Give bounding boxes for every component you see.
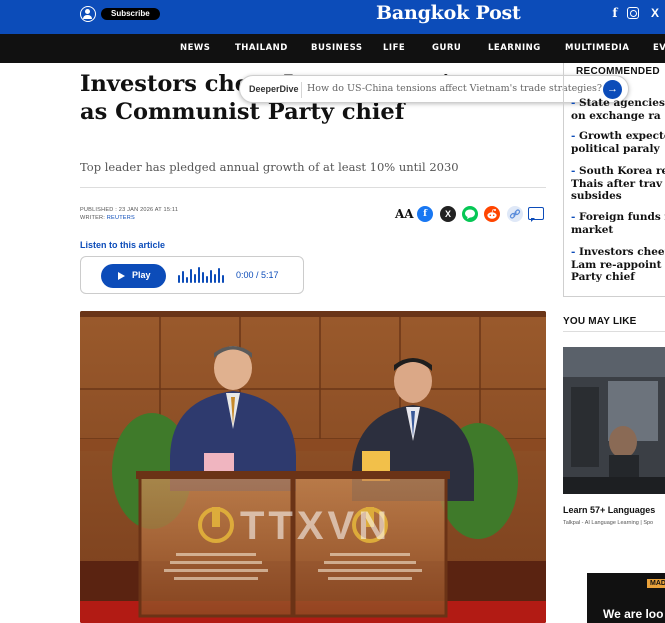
reddit-icon[interactable] xyxy=(484,206,500,222)
listen-label: Listen to this article xyxy=(80,240,166,250)
divider xyxy=(563,63,564,297)
nav-item-guru[interactable]: GURU xyxy=(432,43,461,53)
divider xyxy=(563,331,665,332)
nav-item-news[interactable]: NEWS xyxy=(180,43,210,53)
instagram-icon[interactable] xyxy=(627,7,639,19)
recommended-item-label: State agencies u on exchange ra xyxy=(571,97,665,122)
promo-source: Talkpal - AI Language Learning | Spo xyxy=(563,520,654,526)
divider xyxy=(301,82,302,98)
site-logo[interactable]: Bangkok Post xyxy=(376,2,521,24)
comment-icon[interactable] xyxy=(528,207,544,222)
recommended-item[interactable]: - Growth expecte political paraly xyxy=(571,130,665,155)
play-label: Play xyxy=(132,270,151,280)
audio-time: 0:00 / 5:17 xyxy=(236,270,279,280)
divider xyxy=(80,187,546,188)
promo-title[interactable]: Learn 57+ Languages xyxy=(563,505,655,515)
audio-player: Play 0:00 / 5:17 xyxy=(80,256,304,294)
article-subheadline: Top leader has pledged annual growth of … xyxy=(80,160,459,174)
you-may-like-title: YOU MAY LIKE xyxy=(563,316,637,327)
recommended-item-label: Investors cheer Lam re-appoint Party chi… xyxy=(571,246,665,283)
advertisement[interactable]: MAD We are loo xyxy=(587,573,665,623)
text-size-icon[interactable]: AA xyxy=(395,207,414,221)
writer-name[interactable]: REUTERS xyxy=(107,215,135,221)
ad-text: We are loo xyxy=(603,607,664,621)
recommended-item[interactable]: - Foreign funds r market xyxy=(571,211,665,236)
line-icon[interactable] xyxy=(462,206,478,222)
writer-label: WRITER: xyxy=(80,215,107,221)
writer-line: WRITER: REUTERS xyxy=(80,215,135,221)
facebook-icon[interactable]: f xyxy=(417,206,433,222)
facebook-icon[interactable]: f xyxy=(608,6,622,20)
promo-image[interactable] xyxy=(563,347,665,494)
x-icon[interactable]: X xyxy=(440,206,456,222)
recommended-item-label: Foreign funds r market xyxy=(571,211,665,236)
recommended-item-label: Growth expecte political paraly xyxy=(571,130,665,155)
nav-item-life[interactable]: LIFE xyxy=(383,43,405,53)
play-icon xyxy=(118,272,125,280)
published-date: PUBLISHED : 23 JAN 2026 AT 15:11 xyxy=(80,207,179,213)
waveform-icon xyxy=(178,266,226,286)
recommended-title: RECOMMENDED xyxy=(576,66,660,77)
recommended-item-label: South Korea re Thais after trav subsides xyxy=(571,165,665,202)
link-icon[interactable] xyxy=(507,206,523,222)
divider xyxy=(563,296,665,297)
nav-item-multimedia[interactable]: MULTIMEDIA xyxy=(565,43,629,53)
article-photo: TTXVN xyxy=(80,311,546,623)
subscribe-button[interactable]: Subscribe xyxy=(101,8,160,20)
nav-item-ev[interactable]: EV xyxy=(653,43,665,53)
user-account-icon[interactable] xyxy=(80,6,96,22)
deeperdive-input[interactable]: How do US-China tensions affect Vietnam'… xyxy=(307,83,602,94)
main-nav: NEWS THAILAND BUSINESS LIFE GURU LEARNIN… xyxy=(0,34,665,63)
play-button[interactable]: Play xyxy=(101,264,166,288)
recommended-item[interactable]: - Investors cheer Lam re-appoint Party c… xyxy=(571,246,665,284)
deeperdive-label: DeeperDive xyxy=(249,84,299,94)
nav-item-business[interactable]: BUSINESS xyxy=(311,43,362,53)
nav-item-thailand[interactable]: THAILAND xyxy=(235,43,288,53)
x-icon[interactable]: X xyxy=(648,6,662,20)
top-bar: Subscribe Bangkok Post f X xyxy=(0,0,665,34)
photo-watermark: TTXVN xyxy=(240,504,391,548)
recommended-item[interactable]: - State agencies u on exchange ra xyxy=(571,97,665,122)
nav-item-learning[interactable]: LEARNING xyxy=(488,43,541,53)
ad-logo: MAD xyxy=(647,579,665,588)
recommended-item[interactable]: - South Korea re Thais after trav subsid… xyxy=(571,165,665,203)
